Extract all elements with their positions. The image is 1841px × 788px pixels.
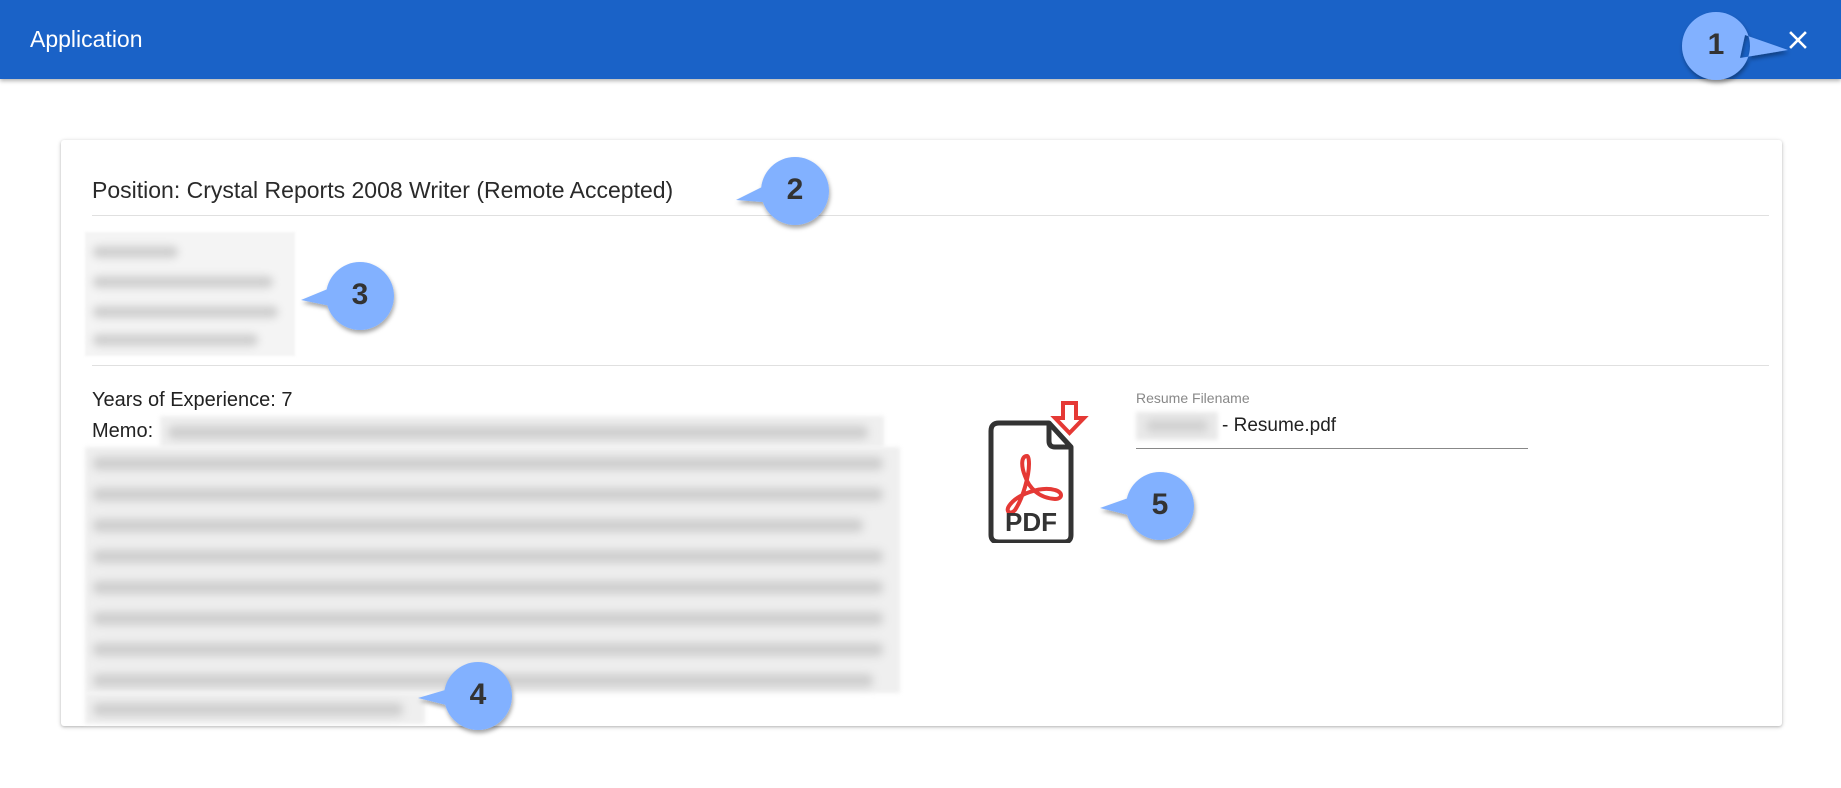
annotation-callout-1: 1 (1680, 10, 1788, 90)
annotation-callout-5: 5 (1092, 470, 1194, 550)
pdf-download-icon: PDF (988, 401, 1089, 545)
resume-pdf[interactable]: PDF (979, 398, 1094, 545)
applicant-address (85, 232, 295, 356)
divider (92, 215, 1769, 216)
resume-filename-value: - Resume.pdf (1136, 412, 1528, 440)
application-card: Position: Crystal Reports 2008 Writer (R… (61, 140, 1782, 726)
resume-filename-text: - Resume.pdf (1222, 415, 1337, 436)
close-icon (1789, 31, 1807, 49)
annotation-callout-3: 3 (295, 260, 394, 340)
app-title: Application (30, 26, 143, 52)
resume-filename-label: Resume Filename (1136, 390, 1250, 406)
memo-label: Memo: (92, 420, 154, 442)
annotation-callout-2: 2 (730, 155, 829, 235)
svg-text:PDF: PDF (1005, 507, 1057, 537)
annotation-callout-4: 4 (410, 660, 512, 740)
redacted-name (1136, 412, 1218, 440)
position-title: Position: Crystal Reports 2008 Writer (R… (92, 177, 674, 203)
years-of-experience: Years of Experience: 7 (92, 389, 293, 411)
divider (92, 365, 1769, 366)
app-bar: Application (0, 0, 1841, 79)
resume-filename-field[interactable]: Resume Filename - Resume.pdf (1136, 390, 1528, 449)
field-underline (1136, 448, 1528, 449)
